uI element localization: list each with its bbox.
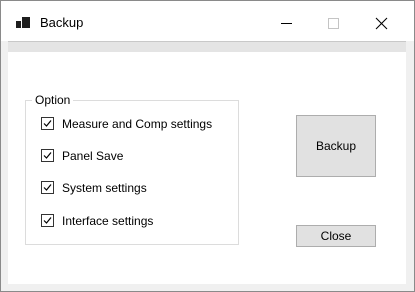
checkmark-icon bbox=[43, 120, 52, 127]
close-window-button[interactable] bbox=[356, 1, 402, 41]
checkbox-label: System settings bbox=[62, 181, 147, 195]
app-icon bbox=[16, 17, 30, 28]
maximize-button[interactable] bbox=[310, 1, 356, 41]
checkbox-label: Measure and Comp settings bbox=[62, 117, 213, 131]
option-group-label: Option bbox=[32, 93, 74, 107]
title-bar[interactable]: Backup bbox=[1, 1, 414, 41]
checkmark-icon bbox=[43, 184, 52, 191]
backup-button[interactable]: Backup bbox=[296, 115, 376, 177]
window-title: Backup bbox=[40, 15, 84, 30]
checkbox-box[interactable] bbox=[41, 214, 54, 227]
checkmark-icon bbox=[43, 152, 52, 159]
close-icon bbox=[375, 17, 388, 30]
minimize-icon bbox=[281, 23, 292, 24]
minimize-button[interactable] bbox=[264, 1, 310, 41]
checkmark-icon bbox=[43, 217, 52, 224]
maximize-icon bbox=[328, 18, 339, 29]
close-button[interactable]: Close bbox=[296, 225, 376, 247]
checkbox-box[interactable] bbox=[41, 117, 54, 130]
checkbox-box[interactable] bbox=[41, 181, 54, 194]
checkbox-label: Panel Save bbox=[62, 149, 124, 163]
checkbox-label: Interface settings bbox=[62, 214, 154, 228]
checkbox-box[interactable] bbox=[41, 149, 54, 162]
